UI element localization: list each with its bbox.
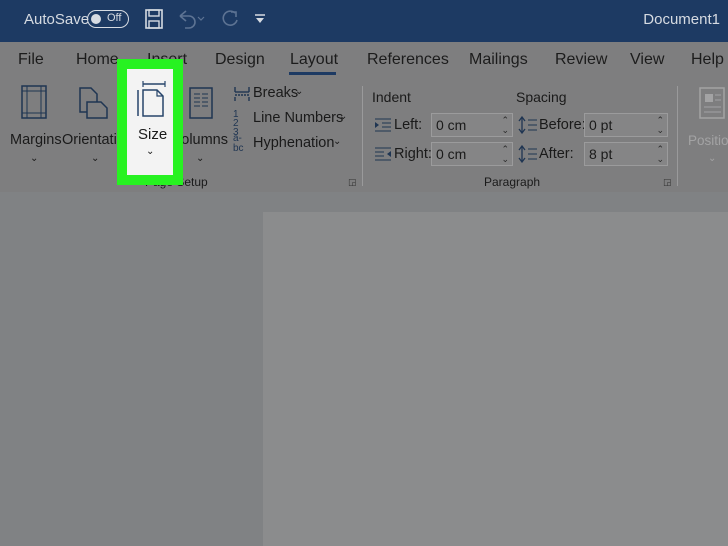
indent-right-label: Right: xyxy=(394,146,432,162)
spacing-after-value: 8 pt xyxy=(589,146,613,162)
size-button[interactable]: Size ⌄ xyxy=(127,69,173,175)
position-icon xyxy=(698,86,726,125)
spacing-before-icon xyxy=(518,115,538,139)
chevron-down-icon: ⌄ xyxy=(339,111,348,122)
columns-label: Columns xyxy=(176,132,228,148)
document-area xyxy=(0,192,728,546)
position-label: Position xyxy=(688,133,728,148)
chevron-down-icon: ⌄ xyxy=(30,153,39,164)
tab-layout[interactable]: Layout xyxy=(290,51,338,69)
spacing-before-label: Before: xyxy=(539,117,586,133)
autosave-label: AutoSave xyxy=(24,11,90,28)
indent-right-value: 0 cm xyxy=(436,146,467,162)
paragraph-group-label: Paragraph xyxy=(484,175,541,189)
spacing-after-field[interactable]: 8 pt ⌃ ⌄ xyxy=(584,142,668,166)
hyphenation-button[interactable]: a-bc Hyphenation ⌄ xyxy=(233,134,353,156)
indent-left-value: 0 cm xyxy=(436,117,467,133)
tab-design[interactable]: Design xyxy=(215,51,265,69)
margins-label: Margins xyxy=(10,132,62,148)
indent-right-icon xyxy=(373,146,393,167)
indent-left-label: Left: xyxy=(394,117,423,133)
indent-header: Indent xyxy=(372,89,411,105)
tab-mailings[interactable]: Mailings xyxy=(469,51,528,69)
chevron-down-icon: ⌄ xyxy=(295,86,304,97)
title-bar: AutoSave Off Document1 xyxy=(0,0,728,42)
ribbon-tabs: File Home Insert Design Layout Reference… xyxy=(0,42,728,76)
breaks-icon xyxy=(233,86,251,107)
chevron-down-icon: ⌄ xyxy=(708,153,717,164)
tab-file[interactable]: File xyxy=(18,51,44,69)
line-numbers-label: Line Numbers xyxy=(253,110,344,126)
spacing-header: Spacing xyxy=(516,89,567,105)
save-icon[interactable] xyxy=(144,8,164,35)
indent-left-field[interactable]: 0 cm ⌃ ⌄ xyxy=(431,113,513,137)
spin-icon[interactable]: ⌃ ⌄ xyxy=(501,115,509,135)
tab-review[interactable]: Review xyxy=(555,51,607,69)
tab-help[interactable]: Help xyxy=(691,51,724,69)
spacing-before-field[interactable]: 0 pt ⌃ ⌄ xyxy=(584,113,668,137)
margins-icon xyxy=(20,84,48,125)
tab-home[interactable]: Home xyxy=(76,51,119,69)
spacing-after-icon xyxy=(518,144,538,168)
page-setup-launcher-icon[interactable]: ◲ xyxy=(348,177,357,188)
ribbon-body: Margins ⌄ Orientation ⌄ Columns ⌄ Breaks… xyxy=(0,76,728,192)
chevron-down-icon: ⌄ xyxy=(196,153,205,164)
spacing-after-label: After: xyxy=(539,146,574,162)
chevron-down-icon: ⌄ xyxy=(146,146,155,157)
chevron-down-icon: ⌄ xyxy=(333,136,342,147)
size-button-highlight: Size ⌄ xyxy=(117,59,183,185)
size-label: Size xyxy=(138,126,168,143)
tab-view[interactable]: View xyxy=(630,51,664,69)
spin-icon[interactable]: ⌃ ⌄ xyxy=(656,144,664,164)
indent-right-field[interactable]: 0 cm ⌃ ⌄ xyxy=(431,142,513,166)
line-numbers-button[interactable]: 123 Line Numbers ⌄ xyxy=(233,109,353,138)
indent-left-icon xyxy=(373,117,393,138)
undo-icon[interactable] xyxy=(176,8,206,35)
orientation-button[interactable]: Orientation ⌄ xyxy=(62,82,133,170)
spin-icon[interactable]: ⌃ ⌄ xyxy=(656,115,664,135)
columns-icon xyxy=(188,86,214,125)
orientation-icon xyxy=(77,86,109,125)
hyphenation-label: Hyphenation xyxy=(253,135,335,151)
paragraph-launcher-icon[interactable]: ◲ xyxy=(663,177,672,188)
active-tab-underline xyxy=(289,72,336,75)
ribbon: File Home Insert Design Layout Reference… xyxy=(0,42,728,192)
size-icon xyxy=(135,81,167,122)
spacing-before-value: 0 pt xyxy=(589,117,613,133)
position-button[interactable]: Position ⌄ xyxy=(686,82,728,170)
hyphenation-icon: a-bc xyxy=(233,133,244,154)
autosave-toggle[interactable]: Off xyxy=(87,10,129,28)
chevron-down-icon: ⌄ xyxy=(91,153,100,164)
group-separator xyxy=(362,86,363,186)
document-title: Document1 xyxy=(643,11,720,28)
redo-icon[interactable] xyxy=(219,8,241,35)
columns-button[interactable]: Columns ⌄ xyxy=(176,82,230,170)
customize-qat-icon[interactable] xyxy=(253,12,267,30)
breaks-button[interactable]: Breaks ⌄ xyxy=(233,84,333,106)
document-page[interactable] xyxy=(263,212,728,546)
spin-icon[interactable]: ⌃ ⌄ xyxy=(501,144,509,164)
margins-button[interactable]: Margins ⌄ xyxy=(8,82,62,170)
toggle-knob xyxy=(91,13,101,24)
tab-references[interactable]: References xyxy=(367,51,449,69)
breaks-label: Breaks xyxy=(253,85,299,101)
autosave-state: Off xyxy=(107,12,122,24)
group-separator xyxy=(677,86,678,186)
